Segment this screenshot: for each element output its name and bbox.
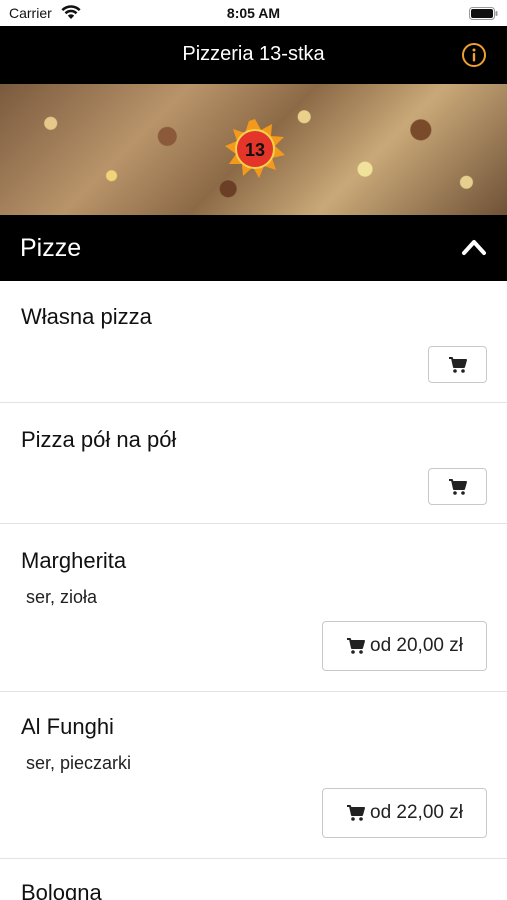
navigation-bar: Pizzeria 13-stka	[0, 26, 507, 84]
list-item[interactable]: Bologna	[0, 859, 507, 900]
item-name: Margherita	[21, 548, 127, 573]
section-header-pizze[interactable]: Pizze	[0, 215, 507, 281]
add-to-cart-button[interactable]: od 20,00 zł	[322, 621, 487, 671]
item-name: Pizza pół na pół	[21, 427, 177, 452]
svg-text:13: 13	[245, 140, 265, 160]
add-to-cart-button[interactable]: od 22,00 zł	[322, 788, 487, 838]
chevron-up-icon[interactable]	[461, 237, 487, 257]
info-circle-icon[interactable]	[461, 42, 487, 68]
clock: 8:05 AM	[226, 5, 281, 21]
item-description: ser, zioła	[26, 587, 98, 607]
section-title: Pizze	[20, 234, 82, 262]
add-to-cart-button[interactable]	[428, 468, 487, 505]
page-title: Pizzeria 13-stka	[182, 43, 325, 65]
cart-icon	[347, 638, 366, 654]
list-item[interactable]: Własna pizza	[0, 281, 507, 403]
menu-list: Własna pizza Pizza pół na pół Margherita…	[0, 281, 507, 900]
price-label: od 22,00 zł	[370, 802, 463, 823]
list-item[interactable]: Al Funghi ser, pieczarki od 22,00 zł	[0, 692, 507, 859]
item-name: Bologna	[21, 880, 102, 900]
battery-icon	[469, 7, 498, 20]
item-description: ser, pieczarki	[26, 753, 132, 773]
cart-icon	[448, 478, 467, 495]
list-item[interactable]: Margherita ser, zioła od 20,00 zł	[0, 524, 507, 692]
add-to-cart-button[interactable]	[428, 346, 487, 383]
item-name: Własna pizza	[21, 304, 152, 329]
cart-icon	[347, 805, 366, 821]
item-name: Al Funghi	[21, 714, 114, 739]
status-bar: Carrier 8:05 AM	[0, 0, 507, 26]
price-label: od 20,00 zł	[370, 635, 463, 656]
list-item[interactable]: Pizza pół na pół	[0, 403, 507, 524]
cart-icon	[448, 356, 467, 373]
hero-banner-image: 13	[0, 84, 507, 215]
pizzeria-logo: 13	[225, 119, 285, 178]
